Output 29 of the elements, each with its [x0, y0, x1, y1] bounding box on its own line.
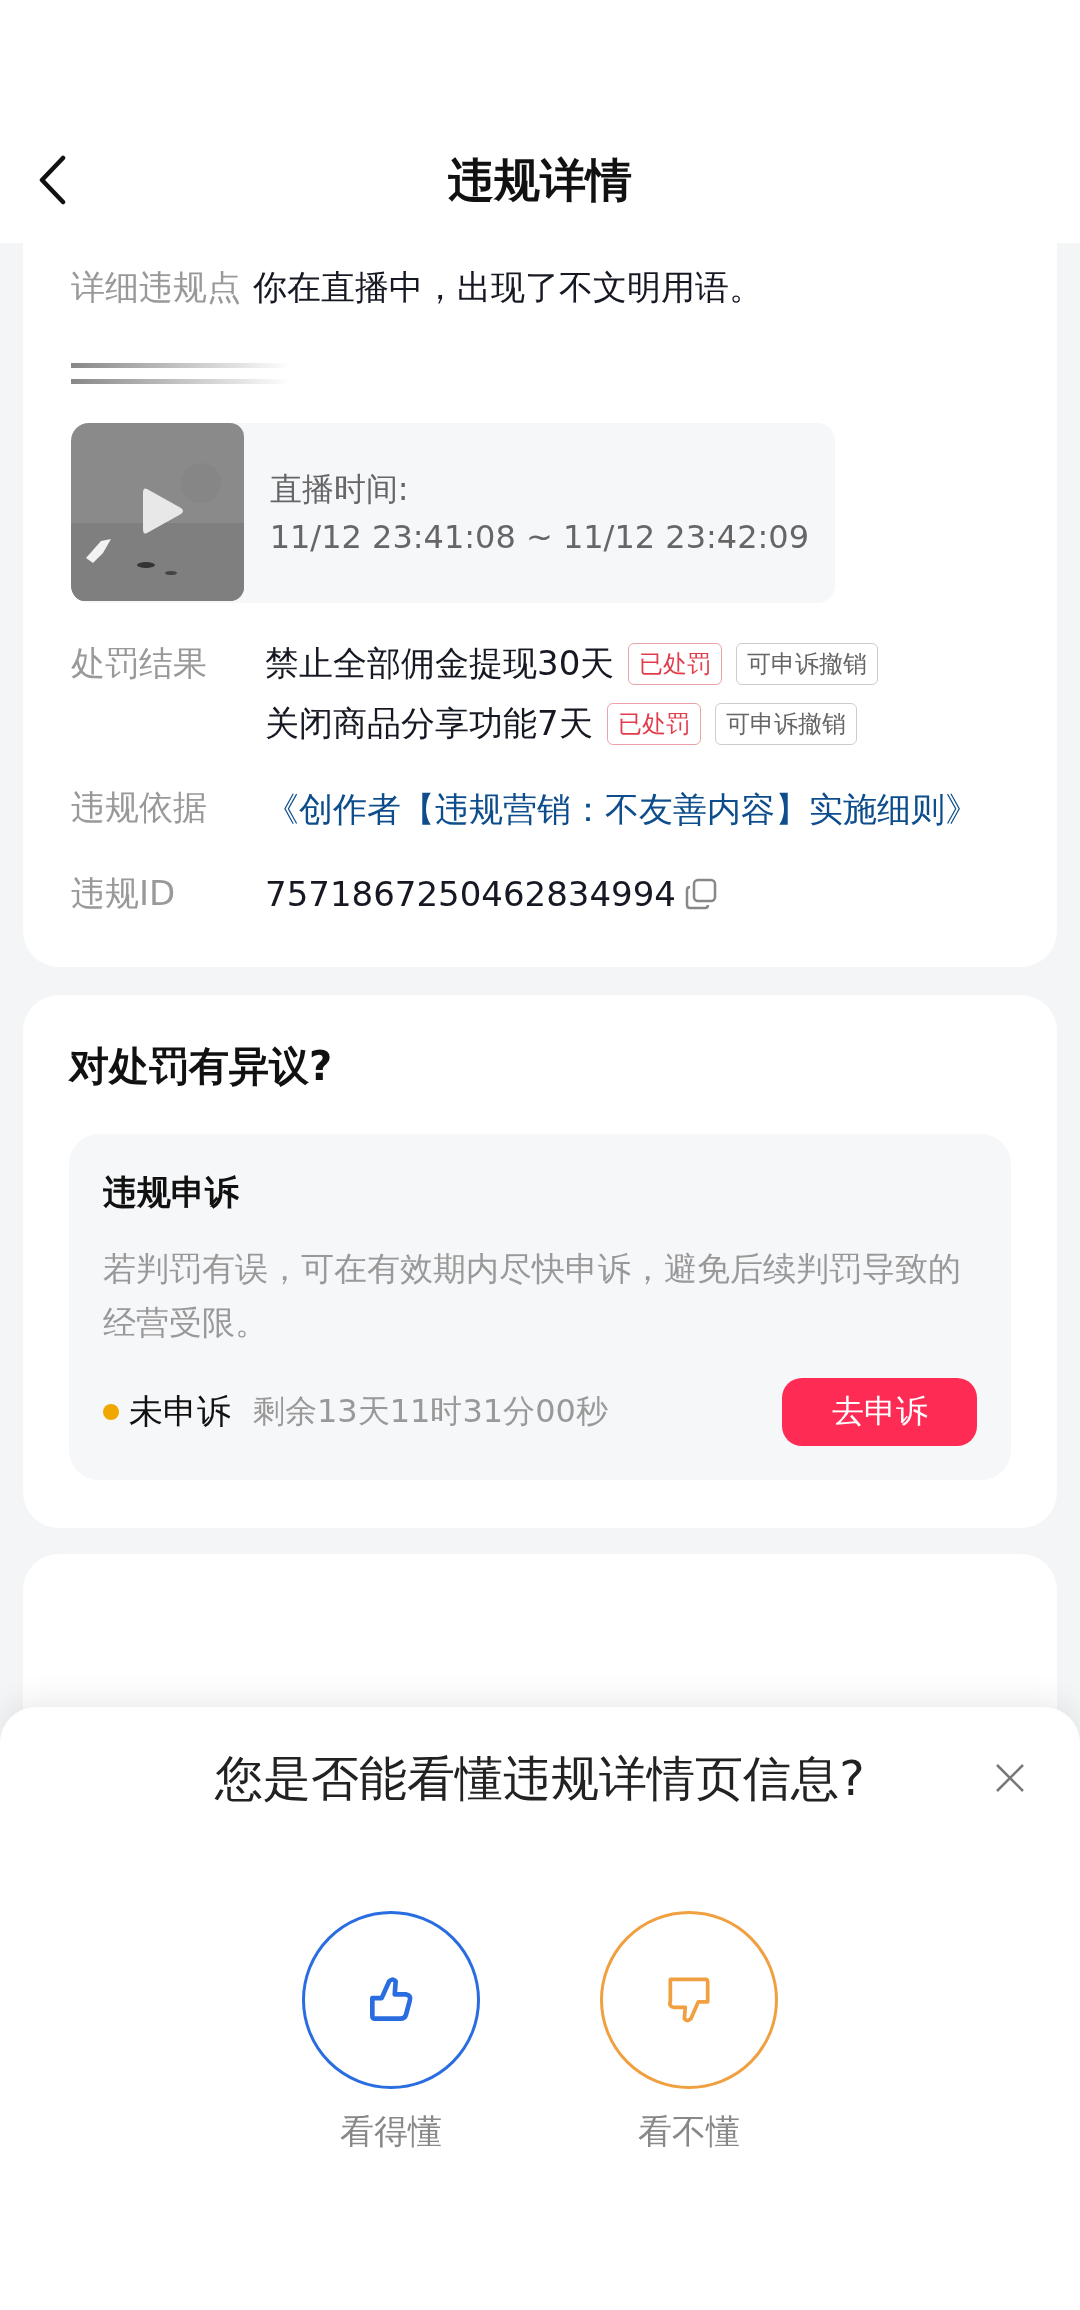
field-value: 你在直播中，出现了不文明用语。	[253, 266, 763, 309]
penalty-text: 禁止全部佣金提现30天	[265, 642, 615, 685]
countdown: 剩余13天11时31分00秒	[253, 1391, 609, 1432]
appeal-title: 违规申诉	[103, 1171, 240, 1214]
copy-icon[interactable]	[684, 877, 718, 911]
survey-question: 您是否能看懂违规详情页信息?	[215, 1749, 865, 1808]
rule-link[interactable]: 《创作者【违规营销：不友善内容】实施细则》	[265, 785, 979, 833]
option-label: 看不懂	[638, 2110, 740, 2153]
option-label: 看得懂	[340, 2110, 442, 2153]
appeal-description: 若判罚有误，可在有效期内尽快申诉，避免后续判罚导致的经营受限。	[103, 1248, 962, 1344]
status-tag: 已处罚	[606, 703, 701, 745]
field-label: 处罚结果	[71, 642, 208, 685]
status-tag: 可申诉撤销	[736, 643, 879, 685]
section-title: 对处罚有异议?	[69, 1042, 334, 1091]
field-label: 违规依据	[71, 786, 208, 829]
field-label: 违规ID	[71, 872, 177, 915]
live-time-range: 11/12 23:41:08 ~ 11/12 23:42:09	[269, 517, 809, 558]
back-icon[interactable]	[37, 155, 67, 205]
field-label: 详细违规点	[71, 266, 241, 309]
status-tag: 已处罚	[628, 643, 723, 685]
close-icon[interactable]	[995, 1763, 1025, 1793]
status-tag: 可申诉撤销	[714, 703, 857, 745]
violation-id: 7571867250462834994	[265, 874, 676, 914]
penalty-text: 关闭商品分享功能7天	[265, 702, 593, 745]
appeal-button[interactable]: 去申诉	[782, 1378, 977, 1446]
appeal-status: 未申诉	[129, 1390, 231, 1433]
live-time-label: 直播时间:	[269, 469, 410, 510]
page-title: 违规详情	[448, 152, 632, 209]
live-clip-card[interactable]: 直播时间: 11/12 23:41:08 ~ 11/12 23:42:09	[71, 423, 835, 603]
